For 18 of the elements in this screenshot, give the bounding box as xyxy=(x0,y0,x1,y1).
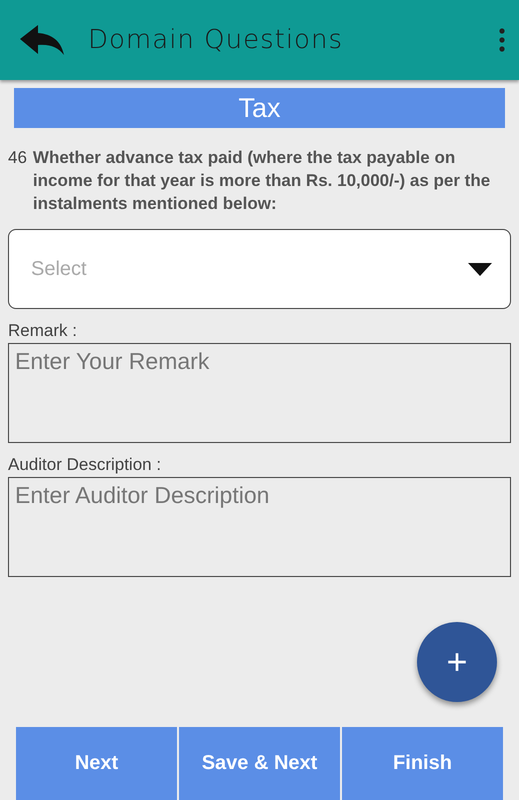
question-number: 46 xyxy=(8,147,27,169)
back-arrow-icon xyxy=(18,23,66,57)
add-button[interactable]: + xyxy=(417,622,497,702)
question-text: Whether advance tax paid (where the tax payable on income for that year is more than Rs. 10,000/-) as per the instalments mentioned below: xyxy=(32,147,492,215)
action-button[interactable]: Finish xyxy=(342,727,503,800)
more-options-button[interactable] xyxy=(499,28,505,52)
auditor-description-label: Auditor Description : xyxy=(8,455,162,475)
remark-field[interactable]: Enter Your Remark xyxy=(8,343,511,443)
section-title: Tax xyxy=(14,88,505,128)
action-button[interactable]: Next xyxy=(16,727,177,800)
answer-dropdown[interactable]: Select xyxy=(8,229,511,309)
dropdown-caret-icon xyxy=(468,262,492,276)
auditor-description-field[interactable]: Enter Auditor Description xyxy=(8,477,511,577)
screen-title: Domain Questions xyxy=(88,25,344,55)
back-button[interactable] xyxy=(18,23,66,57)
remark-label: Remark : xyxy=(8,321,78,341)
action-button[interactable]: Save & Next xyxy=(179,727,340,800)
more-vertical-icon xyxy=(499,28,505,52)
